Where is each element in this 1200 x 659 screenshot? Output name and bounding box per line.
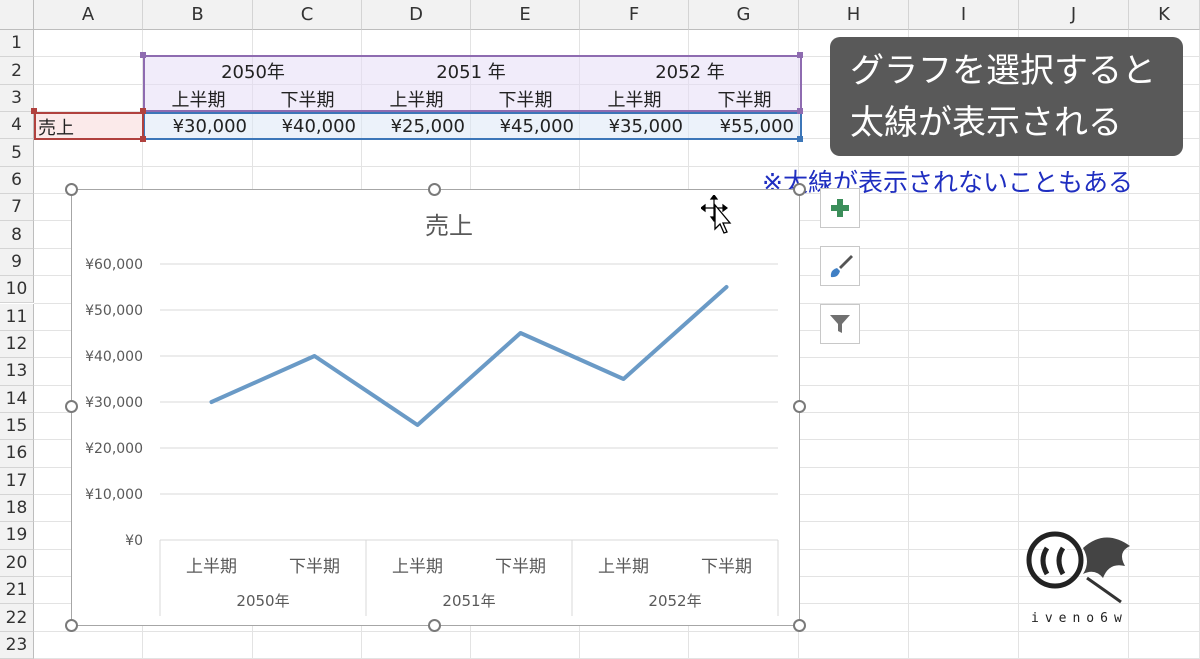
row-header-19[interactable]: 19 [0,522,34,550]
column-header-c[interactable]: C [253,0,362,30]
line-chart[interactable]: 売上 ¥0 ¥10,000 ¥20,000 ¥30,000 ¥40,000 ¥50,000 ¥… [71,189,800,626]
row-header-21[interactable]: 21 [0,577,34,605]
watermark-text: iveno6w [1031,611,1128,626]
callout-box: グラフを選択すると 太線が表示される [830,37,1183,156]
row-header-13[interactable]: 13 [0,358,34,386]
x-tick-label: 下半期 [289,557,340,577]
column-header-b[interactable]: B [143,0,253,30]
value-cell[interactable]: ¥45,000 [471,113,580,140]
chart-resize-handle[interactable] [65,183,78,196]
x-tick-label: 上半期 [598,557,649,577]
row-header-7[interactable]: 7 [0,194,34,222]
x-tick-label: 上半期 [186,557,237,577]
x-group-label: 2052年 [648,592,701,610]
row-header-16[interactable]: 16 [0,440,34,468]
row-header-8[interactable]: 8 [0,221,34,249]
y-tick-label: ¥50,000 [85,303,143,319]
x-group-label: 2051年 [442,592,495,610]
row-header-11[interactable]: 11 [0,303,34,331]
column-header-a[interactable]: A [34,0,143,30]
half-cell[interactable]: 上半期 [362,85,471,112]
row-header-18[interactable]: 18 [0,494,34,523]
y-tick-label: ¥0 [125,533,143,549]
row-header-20[interactable]: 20 [0,549,34,577]
row-header-4[interactable]: 4 [0,112,34,140]
y-tick-label: ¥20,000 [85,441,143,457]
chart-resize-handle[interactable] [428,183,441,196]
half-cell[interactable]: 下半期 [471,85,580,112]
chart-plot: 売上 ¥0 ¥10,000 ¥20,000 ¥30,000 ¥40,000 ¥50,000 ¥… [85,212,779,616]
x-tick-label: 上半期 [392,557,443,577]
chart-resize-handle[interactable] [793,400,806,413]
value-cell[interactable]: ¥55,000 [689,113,800,140]
row-header-9[interactable]: 9 [0,248,34,277]
year-cell-2050[interactable]: 2050年 [144,57,362,85]
row-header-17[interactable]: 17 [0,467,34,495]
half-cell[interactable]: 上半期 [580,85,689,112]
half-cell[interactable]: 上半期 [144,85,253,112]
row-header-15[interactable]: 15 [0,412,34,441]
chart-resize-handle[interactable] [793,619,806,632]
chart-styles-button[interactable] [820,246,860,286]
chart-resize-handle[interactable] [65,619,78,632]
y-tick-label: ¥30,000 [85,395,143,411]
column-header-i[interactable]: I [909,0,1019,30]
row-header-10[interactable]: 10 [0,276,34,304]
year-cell-2052[interactable]: 2052 年 [580,57,800,85]
column-header-f[interactable]: F [580,0,689,30]
grid-line [34,630,1200,632]
half-cell[interactable]: 下半期 [689,85,800,112]
chart-title: 売上 [425,212,473,240]
x-tick-label: 下半期 [701,557,752,577]
column-header-g[interactable]: G [689,0,799,30]
column-header-h[interactable]: H [799,0,909,30]
select-all-corner[interactable] [0,0,34,30]
x-tick-label: 下半期 [495,557,546,577]
move-cursor-icon [701,195,732,234]
chart-resize-handle[interactable] [793,183,806,196]
value-cell[interactable]: ¥25,000 [362,113,471,140]
chart-elements-button[interactable] [820,188,860,228]
column-header-j[interactable]: J [1019,0,1129,30]
column-header-d[interactable]: D [362,0,471,30]
value-cell[interactable]: ¥30,000 [144,113,253,140]
row-label-cell[interactable]: 売上 [38,113,142,140]
range-handle[interactable] [31,108,37,114]
row-header-12[interactable]: 12 [0,330,34,359]
chart-resize-handle[interactable] [428,619,441,632]
column-header-e[interactable]: E [471,0,580,30]
brush-icon [830,255,853,278]
row-header-14[interactable]: 14 [0,385,34,413]
row-header-3[interactable]: 3 [0,84,34,113]
filter-icon [830,315,850,333]
y-tick-label: ¥60,000 [85,257,143,273]
half-cell[interactable]: 下半期 [253,85,362,112]
row-header-23[interactable]: 23 [0,631,34,659]
row-header-22[interactable]: 22 [0,604,34,632]
watermark-logo: iveno6w [1026,531,1130,626]
chart-filters-button[interactable] [820,304,860,344]
x-group-label: 2050年 [236,592,289,610]
plus-icon [831,199,849,217]
note-text: ※太線が表示されないこともある [762,168,1133,197]
row-header-1[interactable]: 1 [0,30,34,58]
y-tick-label: ¥10,000 [85,487,143,503]
column-header-k[interactable]: K [1129,0,1200,30]
value-cell[interactable]: ¥35,000 [580,113,689,140]
year-cell-2051[interactable]: 2051 年 [362,57,580,85]
y-tick-label: ¥40,000 [85,349,143,365]
row-header-5[interactable]: 5 [0,139,34,167]
row-header-2[interactable]: 2 [0,57,34,85]
chart-resize-handle[interactable] [65,400,78,413]
callout-line-2: 太線が表示される [850,103,1122,143]
row-header-6[interactable]: 6 [0,166,34,195]
value-cell[interactable]: ¥40,000 [253,113,362,140]
callout-line-1: グラフを選択すると [850,51,1156,91]
